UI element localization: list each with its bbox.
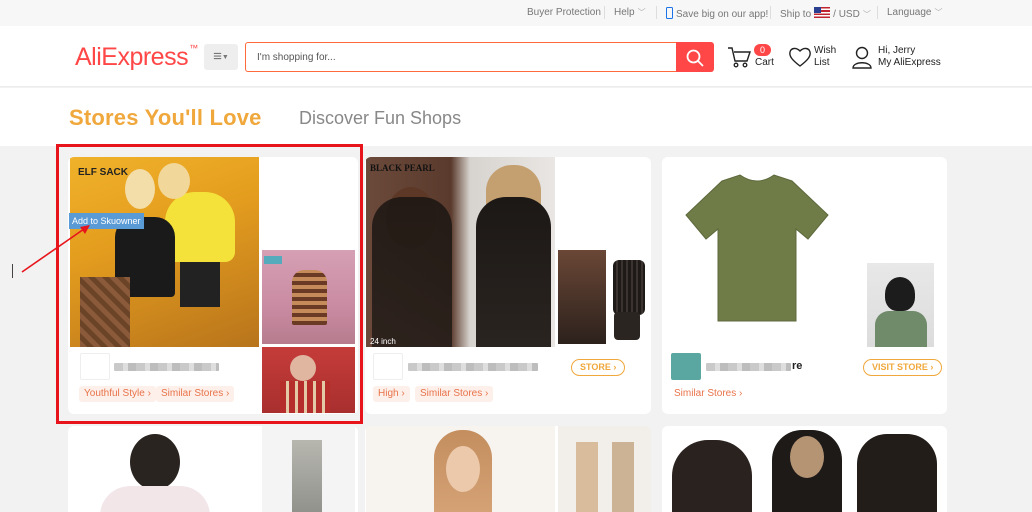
heart-icon: [789, 47, 811, 67]
green-tshirt-image: [685, 174, 829, 322]
search-input[interactable]: [245, 42, 677, 72]
store-main-image[interactable]: [662, 426, 947, 512]
model-figure: [558, 250, 606, 344]
phone-icon: [666, 7, 673, 19]
store-main-image[interactable]: [662, 157, 851, 347]
model-figure: [612, 442, 634, 512]
store-avatar[interactable]: [671, 353, 701, 380]
store-card[interactable]: BLACK PEARL 24 inch STORE › High › Simil…: [365, 157, 651, 414]
search-icon: [686, 49, 704, 67]
closure-figure: [614, 312, 640, 340]
visit-store-button[interactable]: VISIT STORE ›: [863, 359, 943, 376]
ship-to-menu[interactable]: Ship to / USD ﹀: [780, 7, 871, 20]
store-main-image[interactable]: [366, 426, 555, 512]
similar-stores-link[interactable]: Similar Stores ›: [669, 386, 747, 402]
store-banner-text: BLACK PEARL: [370, 163, 435, 173]
cart-icon: [728, 47, 751, 68]
help-menu[interactable]: Help ﹀: [614, 7, 646, 18]
buyer-protection-link[interactable]: Buyer Protection: [527, 7, 601, 18]
face-shape: [446, 446, 480, 492]
page-title: Stores You'll Love: [69, 105, 262, 130]
cart-button[interactable]: 0 Cart: [726, 42, 776, 72]
selection-highlight: [56, 144, 363, 424]
chevron-down-icon: ﹀: [934, 8, 943, 17]
hair-shape: [885, 277, 915, 311]
trademark-mark: ™: [189, 43, 198, 53]
text-cursor: [12, 264, 13, 278]
app-promo-link[interactable]: Save big on our app!: [666, 7, 768, 20]
categories-menu-button[interactable]: ≡▼: [204, 44, 238, 70]
store-name[interactable]: [706, 363, 791, 371]
aliexpress-logo[interactable]: AliExpress™: [75, 43, 198, 72]
store-thumbnail[interactable]: [558, 250, 651, 344]
my-aliexpress-link: My AliExpress: [878, 57, 941, 68]
divider: [770, 6, 771, 19]
account-menu[interactable]: Hi, Jerry My AliExpress: [851, 42, 951, 72]
model-figure: [292, 440, 322, 512]
top-utility-bar: Buyer Protection Help ﹀ Save big on our a…: [0, 0, 1032, 26]
store-card[interactable]: [68, 426, 358, 512]
wish-label-line1: Wish: [814, 45, 837, 56]
pink-top-figure: [100, 486, 210, 512]
store-name[interactable]: [408, 363, 538, 371]
store-thumbnail[interactable]: [262, 426, 355, 512]
visit-store-button[interactable]: STORE ›: [571, 359, 626, 376]
wig-figure: [857, 434, 937, 512]
wig-hair-shape: [476, 197, 551, 347]
store-card[interactable]: [365, 426, 651, 512]
wish-label-line2: List: [814, 57, 830, 68]
main-header: AliExpress™ ≡▼ 0 Cart Wish List Hi, Jerr…: [0, 26, 1032, 87]
divider: [877, 6, 878, 19]
store-tag[interactable]: High ›: [373, 386, 410, 402]
green-top-figure: [875, 311, 927, 347]
cart-count-badge: 0: [754, 44, 771, 56]
store-thumbnail[interactable]: [867, 263, 934, 347]
language-label: Language: [887, 7, 932, 18]
divider: [604, 6, 605, 19]
store-main-image[interactable]: BLACK PEARL 24 inch: [366, 157, 555, 347]
hair-bundles-figure: [613, 260, 645, 315]
logo-text: AliExpress: [75, 43, 189, 71]
user-icon: [852, 46, 872, 69]
wig-figure: [672, 440, 752, 512]
add-to-skuowner-button[interactable]: Add to Skuowner: [69, 213, 144, 229]
store-avatar[interactable]: [373, 353, 403, 380]
model-figure: [576, 442, 598, 512]
similar-stores-link[interactable]: Similar Stores ›: [415, 386, 494, 402]
store-thumbnail[interactable]: [558, 426, 651, 512]
hair-shape: [130, 434, 180, 490]
dropdown-caret-icon: ▼: [221, 54, 229, 61]
hamburger-icon: ≡: [213, 48, 222, 65]
chevron-down-icon: ﹀: [637, 8, 646, 17]
us-flag-icon: [814, 7, 831, 18]
cart-label: Cart: [755, 57, 774, 68]
ship-to-label: Ship to: [780, 9, 812, 20]
store-card[interactable]: re VISIT STORE › Similar Stores ›: [662, 157, 947, 414]
account-greeting: Hi, Jerry: [878, 45, 916, 56]
hair-shape: [372, 197, 452, 347]
divider: [656, 6, 657, 19]
language-menu[interactable]: Language ﹀: [887, 7, 943, 18]
app-promo-label: Save big on our app!: [676, 9, 769, 20]
store-main-image[interactable]: [70, 426, 259, 512]
currency-label: / USD: [833, 9, 860, 20]
search-button[interactable]: [676, 42, 714, 72]
image-caption: 24 inch: [370, 337, 396, 346]
help-label: Help: [614, 7, 635, 18]
wish-list-button[interactable]: Wish List: [788, 42, 848, 72]
page-subtitle: Discover Fun Shops: [299, 108, 462, 128]
chevron-down-icon: ﹀: [862, 10, 871, 19]
lace-cap-shape: [790, 436, 824, 478]
store-name-suffix: re: [792, 360, 803, 372]
store-card[interactable]: [662, 426, 947, 512]
section-title-band: Stores You'll Love Discover Fun Shops: [0, 88, 1032, 146]
